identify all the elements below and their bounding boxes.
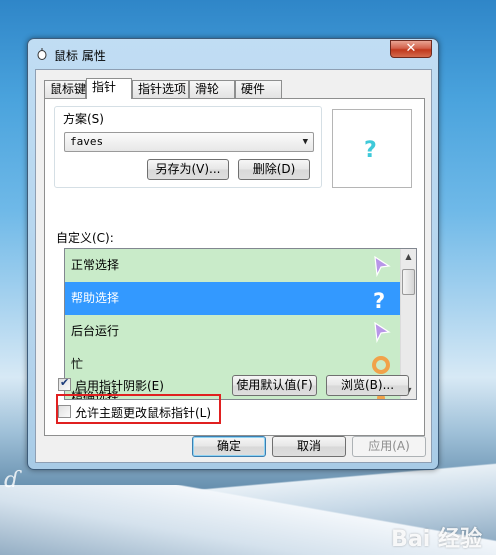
- shadow-label: 启用指针阴影(E): [75, 379, 164, 393]
- shadow-checkbox[interactable]: [58, 376, 71, 391]
- delete-button[interactable]: 删除(D): [238, 159, 310, 180]
- chevron-down-icon: ▼: [302, 137, 308, 147]
- arrow-cursor-icon: [374, 321, 391, 343]
- wallpaper-glyph: ɗ: [4, 468, 20, 493]
- svg-text:?: ?: [373, 289, 385, 310]
- help-cursor-icon: ?: [373, 289, 385, 310]
- mouse-icon: [36, 48, 48, 60]
- list-item-label: 帮助选择: [71, 291, 120, 305]
- window-title: 鼠标 属性: [54, 49, 106, 63]
- list-item[interactable]: 正常选择: [65, 249, 402, 282]
- help-cursor-icon: ?: [364, 138, 377, 162]
- arrow-cursor-icon: [374, 255, 391, 277]
- tab-wheel[interactable]: 滑轮: [189, 80, 235, 98]
- busy-ring-icon: [372, 356, 390, 374]
- scheme-value: faves: [70, 135, 104, 148]
- list-item[interactable]: 后台运行: [65, 315, 402, 348]
- baidu-watermark: Bai 经验: [391, 527, 482, 552]
- list-item[interactable]: 帮助选择 ?: [65, 282, 402, 315]
- save-as-button[interactable]: 另存为(V)...: [147, 159, 229, 180]
- tab-pointer-options[interactable]: 指针选项: [132, 80, 189, 98]
- title-bar[interactable]: 鼠标 属性 ✕: [28, 39, 438, 69]
- list-item-label: 正常选择: [71, 258, 120, 272]
- list-item-label: 忙: [71, 357, 84, 371]
- scroll-thumb[interactable]: [402, 269, 415, 295]
- browse-button[interactable]: 浏览(B)...: [326, 375, 409, 396]
- ok-button[interactable]: 确定: [192, 436, 266, 457]
- scheme-dropdown[interactable]: faves ▼: [64, 132, 314, 152]
- tab-hardware[interactable]: 硬件: [235, 80, 282, 98]
- svg-text:?: ?: [364, 138, 377, 162]
- mouse-properties-window: 鼠标 属性 ✕ 鼠标键 指针 指针选项 滑轮 硬件 方案(S) faves ▼ …: [27, 38, 439, 470]
- tab-pointers[interactable]: 指针: [86, 78, 132, 99]
- close-button[interactable]: ✕: [390, 40, 432, 58]
- list-item-label: 后台运行: [71, 324, 120, 338]
- dialog-client: 鼠标键 指针 指针选项 滑轮 硬件 方案(S) faves ▼ 另存为(V)..…: [35, 69, 432, 463]
- cursor-preview: ?: [332, 109, 412, 188]
- cancel-button[interactable]: 取消: [272, 436, 346, 457]
- apply-button[interactable]: 应用(A): [352, 436, 426, 457]
- scroll-up-icon[interactable]: ▲: [401, 249, 416, 265]
- use-default-button[interactable]: 使用默认值(F): [232, 375, 317, 396]
- tab-buttons[interactable]: 鼠标键: [44, 80, 86, 98]
- allow-theme-label: 允许主题更改鼠标指针(L): [75, 406, 212, 420]
- customize-label: 自定义(C):: [56, 231, 114, 245]
- allow-theme-checkbox[interactable]: [58, 405, 71, 418]
- scheme-label: 方案(S): [63, 112, 104, 126]
